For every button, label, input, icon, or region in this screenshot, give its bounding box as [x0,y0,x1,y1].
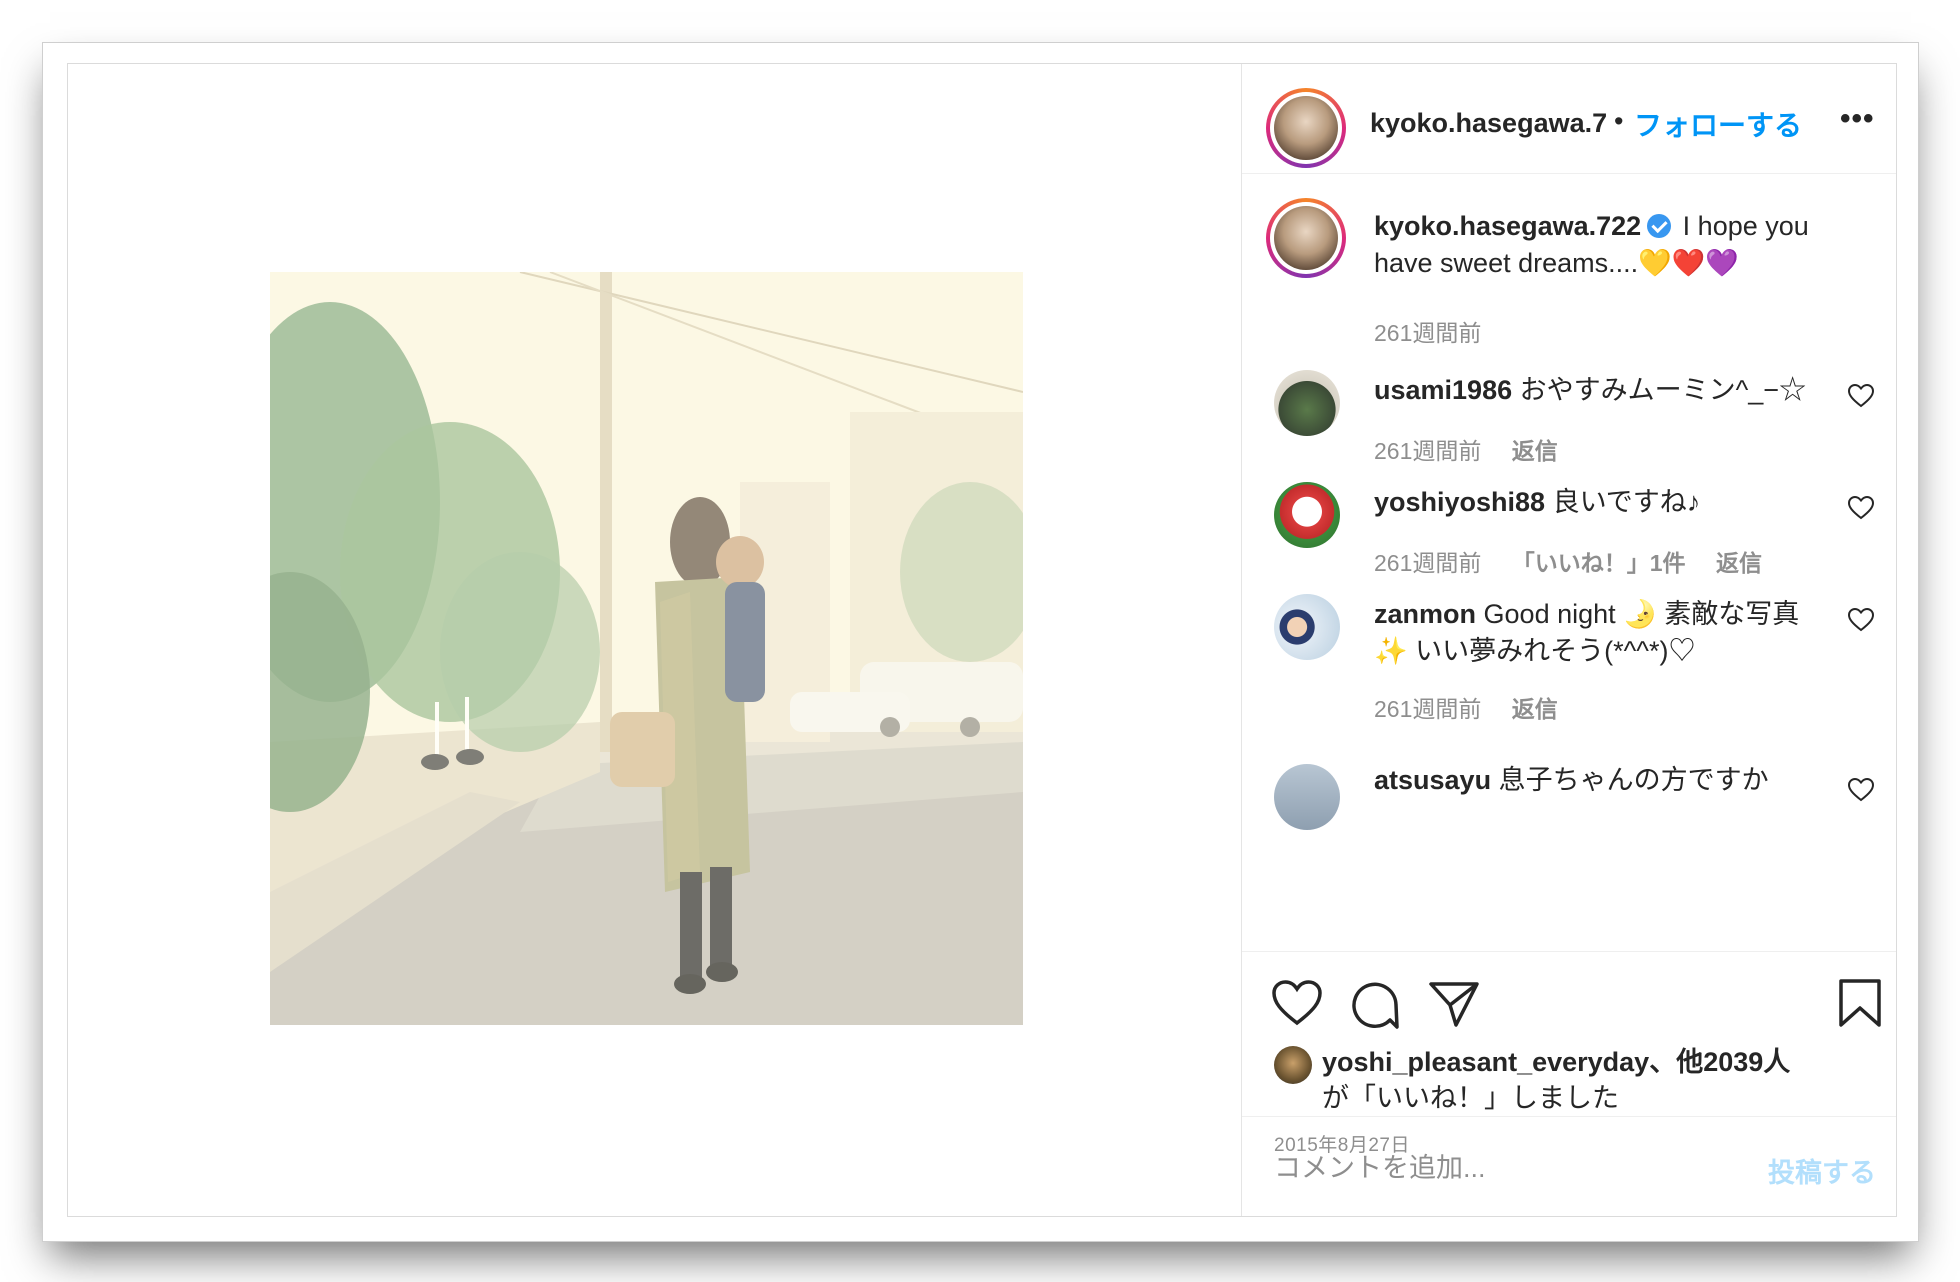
more-options-icon[interactable]: ••• [1840,102,1875,136]
caption-time[interactable]: 261週間前 [1374,320,1481,346]
caption-username[interactable]: kyoko.hasegawa.722 [1374,211,1641,241]
comment-avatar[interactable] [1274,482,1340,548]
comment-time[interactable]: 261週間前 [1374,438,1481,464]
add-comment-bar: 投稿する [1242,1116,1896,1219]
comment-like-heart-icon[interactable] [1848,608,1874,632]
post-media-area [68,64,1242,1216]
comment-meta: 261週間前 返信 [1374,690,1582,724]
header-separator: • [1614,106,1624,136]
comment-text: zanmon Good night 🌛 素敵な写真✨ いい夢みれそう(*^^*)… [1374,596,1826,670]
liked-by-text: yoshi_pleasant_everyday、他2039人 が「いいね！」しま… [1322,1044,1856,1116]
post-header: kyoko.hasegawa.722 • フォローする ••• [1242,64,1896,174]
comment-icon[interactable] [1350,980,1400,1030]
caption-meta: 261週間前 [1374,314,1505,348]
liked-by-others[interactable]: 、他2039人 [1649,1047,1790,1077]
post-comment-button[interactable]: 投稿する [1768,1151,1876,1190]
comment-avatar[interactable] [1274,594,1340,660]
reply-button[interactable]: 返信 [1512,438,1558,464]
comment-avatar[interactable] [1274,370,1340,436]
caption-avatar[interactable] [1266,198,1346,278]
reply-button[interactable]: 返信 [1512,696,1558,722]
liked-by-user[interactable]: yoshi_pleasant_everyday [1322,1047,1649,1077]
comment-like-heart-icon[interactable] [1848,778,1874,802]
comment-like-heart-icon[interactable] [1848,384,1874,408]
comment-input[interactable] [1272,1143,1746,1193]
comment-text: usami1986 おやすみムーミン^_−☆ [1374,372,1826,409]
comment-text: yoshiyoshi88 良いですね♪ [1374,484,1826,521]
liked-by-suffix: が「いいね！」しました [1322,1083,1619,1113]
bookmark-icon[interactable] [1838,978,1882,1028]
comment-username[interactable]: yoshiyoshi88 [1374,487,1545,517]
comment-time[interactable]: 261週間前 [1374,550,1481,576]
reply-button[interactable]: 返信 [1716,550,1762,576]
comment-meta: 261週間前 返信 [1374,432,1582,466]
comment-username[interactable]: usami1986 [1374,375,1512,405]
caption-text: kyoko.hasegawa.722 I hope you have sweet… [1374,208,1826,282]
comments-list[interactable]: kyoko.hasegawa.722 I hope you have sweet… [1242,174,1896,950]
post-photo [270,272,1023,1025]
header-username[interactable]: kyoko.hasegawa.722 [1370,108,1608,139]
post-side-panel: kyoko.hasegawa.722 • フォローする ••• kyoko.ha… [1242,64,1896,1216]
follow-button[interactable]: フォローする [1634,104,1802,144]
comment-like-count[interactable]: 「いいね！」1件 [1512,550,1686,576]
comment-username[interactable]: zanmon [1374,599,1476,629]
heart-icon[interactable] [1272,980,1322,1026]
comment-meta: 261週間前 「いいね！」1件 返信 [1374,544,1786,578]
comment-body: 息子ちゃんの方ですか [1498,765,1769,795]
share-icon[interactable] [1428,980,1480,1028]
comment-body: おやすみムーミン^_−☆ [1519,375,1807,405]
header-avatar[interactable] [1266,88,1346,168]
comment-body: 良いですね♪ [1552,487,1701,517]
comment-time[interactable]: 261週間前 [1374,696,1481,722]
screenshot-frame: kyoko.hasegawa.722 • フォローする ••• kyoko.ha… [42,42,1919,1242]
liked-by-avatar[interactable] [1274,1046,1312,1084]
verified-badge-icon [1647,214,1672,238]
comment-like-heart-icon[interactable] [1848,496,1874,520]
post-dialog: kyoko.hasegawa.722 • フォローする ••• kyoko.ha… [67,63,1897,1217]
comment-avatar[interactable] [1274,764,1340,830]
comment-text: atsusayu 息子ちゃんの方ですか [1374,762,1826,799]
comment-username[interactable]: atsusayu [1374,765,1491,795]
